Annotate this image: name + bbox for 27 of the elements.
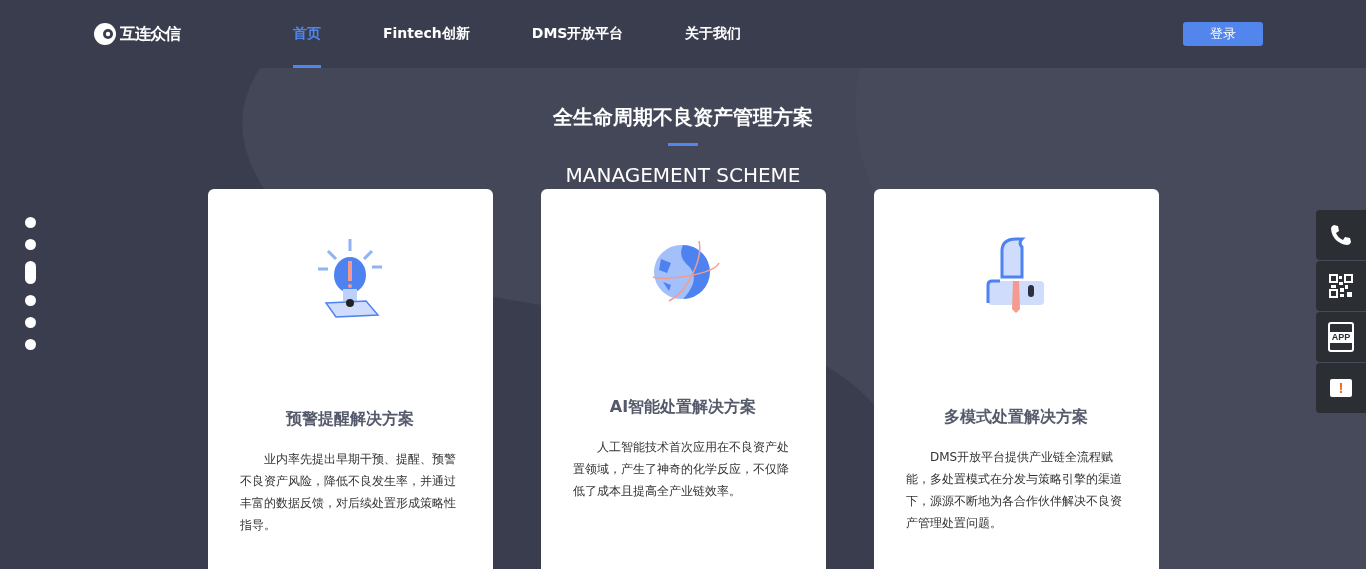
side-tool-button[interactable] bbox=[1316, 210, 1366, 260]
qr-code-icon bbox=[1329, 274, 1353, 298]
side-tool-button[interactable] bbox=[1316, 261, 1366, 311]
phone-icon bbox=[1329, 223, 1353, 247]
page-dot[interactable] bbox=[25, 239, 36, 250]
side-tool-button[interactable]: APP bbox=[1316, 312, 1366, 362]
nav-tab[interactable]: 关于我们 bbox=[685, 0, 742, 68]
page-dot[interactable] bbox=[25, 339, 36, 350]
section-subtitle: MANAGEMENT SCHEME bbox=[565, 163, 801, 187]
page-dot[interactable] bbox=[25, 295, 36, 306]
card-title: 多模式处置解决方案 bbox=[944, 407, 1088, 428]
logo-text: 互连众信 bbox=[120, 23, 180, 45]
card-description: 人工智能技术首次应用在不良资产处置领域，产生了神奇的化学反应，不仅降低了成本且提高全产业链效率。 bbox=[573, 439, 790, 500]
section-title: 全生命周期不良资产管理方案 bbox=[553, 104, 813, 131]
card-description: DMS开放平台提供产业链全流程赋能，多处置模式在分发与策略引擎的渠道下，源源不断地为各合作伙伴解决不良资产管理处置问题。 bbox=[906, 449, 1123, 532]
feedback-icon: ! bbox=[1330, 379, 1352, 397]
login-button[interactable]: 登录 bbox=[1183, 22, 1263, 46]
logo-icon bbox=[93, 22, 117, 46]
page-dot[interactable] bbox=[25, 217, 36, 228]
card-title: 预警提醒解决方案 bbox=[286, 409, 414, 430]
nav-tab[interactable]: Fintech创新 bbox=[383, 0, 470, 68]
page-dot[interactable] bbox=[25, 317, 36, 328]
card-title: AI智能处置解决方案 bbox=[609, 397, 757, 418]
card-description: 业内率先提出早期干预、提醒、预警不良资产风险，降低不良发生率，并通过丰富的数据反馈，对后续处置形成策略性指导。 bbox=[240, 451, 457, 534]
app-phone-icon: APP bbox=[1328, 322, 1354, 352]
lightbulb-icon bbox=[316, 237, 384, 319]
nav-tab[interactable]: DMS开放平台 bbox=[531, 0, 624, 68]
